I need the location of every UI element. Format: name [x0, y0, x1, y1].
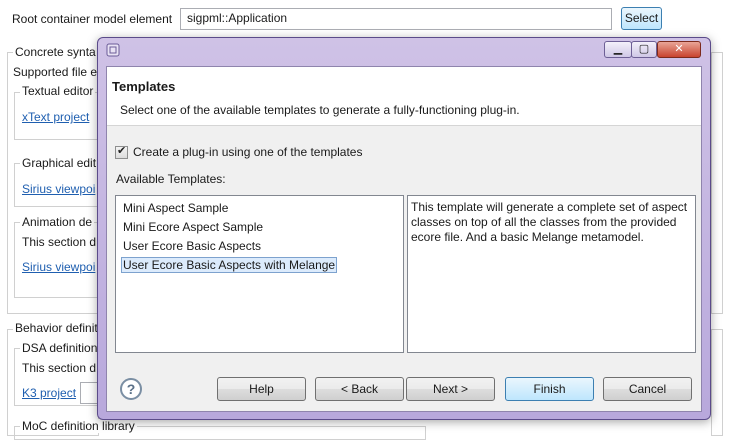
maximize-icon: ▢: [638, 43, 650, 55]
help-button[interactable]: Help: [217, 377, 306, 401]
templates-list[interactable]: Mini Aspect Sample Mini Ecore Aspect Sam…: [115, 195, 404, 353]
cancel-button[interactable]: Cancel: [603, 377, 692, 401]
root-container-field[interactable]: sigpml::Application: [180, 8, 612, 30]
back-button[interactable]: < Back: [315, 377, 404, 401]
maximize-button[interactable]: ▢: [631, 41, 657, 58]
dialog-client-area: Templates Select one of the available te…: [106, 66, 702, 412]
animation-sirius-viewpoint-link[interactable]: Sirius viewpoi: [22, 260, 95, 274]
template-item-mini-ecore-aspect-sample[interactable]: Mini Ecore Aspect Sample: [121, 219, 265, 235]
root-container-value: sigpml::Application: [187, 11, 288, 25]
close-icon: ✕: [674, 43, 684, 55]
template-description-box: This template will generate a complete s…: [407, 195, 696, 353]
template-item-user-ecore-basic-aspects[interactable]: User Ecore Basic Aspects: [121, 238, 263, 254]
sirius-viewpoint-link[interactable]: Sirius viewpoi: [22, 182, 95, 196]
behavior-definition-label: Behavior definit: [13, 321, 100, 335]
template-item-user-ecore-basic-aspects-with-melange[interactable]: User Ecore Basic Aspects with Melange: [121, 257, 338, 273]
dsa-definition-label: DSA definition: [20, 341, 100, 355]
question-mark-icon[interactable]: ?: [120, 378, 142, 400]
header-description: Select one of the available templates to…: [120, 103, 520, 117]
minimize-icon: ▁: [613, 43, 623, 55]
minimize-button[interactable]: ▁: [604, 41, 632, 58]
concrete-syntax-label: Concrete synta: [13, 45, 98, 59]
create-plugin-checkbox[interactable]: [115, 144, 128, 159]
textual-editor-label: Textual editor: [20, 84, 96, 98]
create-plugin-checkbox-label[interactable]: Create a plug-in using one of the templa…: [133, 145, 362, 159]
template-item-mini-aspect-sample[interactable]: Mini Aspect Sample: [121, 200, 230, 216]
dialog-header: Templates Select one of the available te…: [107, 67, 701, 126]
right-group-edge-2: [711, 329, 723, 436]
animation-label: Animation de: [20, 215, 95, 229]
header-title: Templates: [112, 79, 176, 94]
available-templates-label: Available Templates:: [116, 172, 226, 186]
template-description: This template will generate a complete s…: [411, 200, 688, 244]
moc-definition-label: MoC definition library: [20, 419, 137, 433]
dsa-description: This section d: [22, 361, 97, 375]
close-button[interactable]: ✕: [657, 41, 701, 58]
right-group-edge: [711, 52, 723, 314]
next-button[interactable]: Next >: [406, 377, 495, 401]
xtext-project-link[interactable]: xText project: [22, 110, 89, 124]
k3-project-link[interactable]: K3 project: [22, 386, 76, 400]
select-button[interactable]: Select: [621, 7, 662, 30]
finish-button[interactable]: Finish: [505, 377, 594, 401]
graphical-editor-label: Graphical edit: [20, 156, 99, 170]
animation-description: This section d: [22, 235, 97, 249]
supported-file-label: Supported file e: [13, 65, 98, 79]
root-container-label: Root container model element: [12, 12, 173, 26]
app-icon: [106, 43, 120, 57]
templates-dialog: ▁ ▢ ✕ Templates Select one of the availa…: [97, 37, 711, 420]
dialog-titlebar[interactable]: ▁ ▢ ✕: [98, 38, 710, 64]
